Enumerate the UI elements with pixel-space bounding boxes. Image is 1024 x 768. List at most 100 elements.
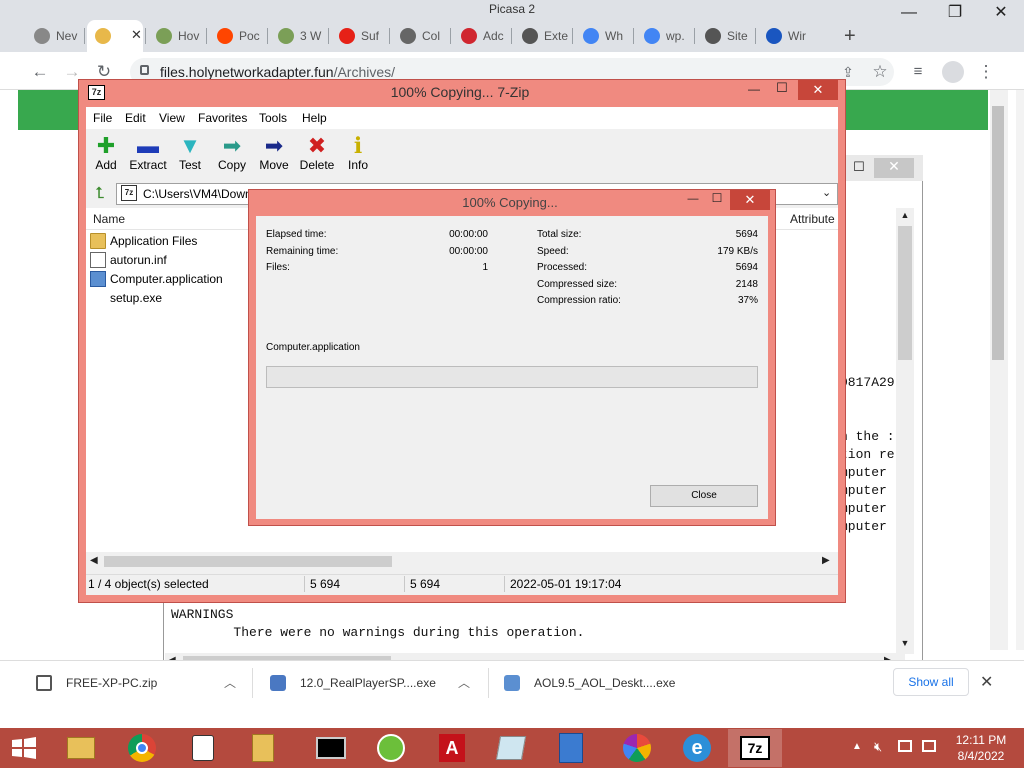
taskbar-app[interactable] <box>54 729 108 767</box>
chevron-up-icon[interactable]: ︿ <box>458 674 470 691</box>
toolbar-copy-button[interactable]: ➡ Copy <box>211 134 253 176</box>
bookmark-star-icon[interactable]: ☆ <box>868 60 892 84</box>
back-icon[interactable]: ← <box>28 60 52 84</box>
tab[interactable]: Hov <box>148 20 204 52</box>
tab-divider <box>633 28 634 44</box>
toolbar-delete-button[interactable]: ✖ Delete <box>296 134 338 176</box>
file-row[interactable]: Computer.application <box>90 269 223 288</box>
chrome-icon <box>34 28 50 44</box>
tab-label: Wh <box>605 29 623 43</box>
minimize-button[interactable]: — <box>886 0 932 26</box>
taskbar-app[interactable] <box>115 729 169 767</box>
taskbar-app[interactable]: 7z <box>728 729 782 767</box>
menu-tools[interactable]: Tools <box>259 107 287 129</box>
taskbar-app[interactable] <box>544 729 598 767</box>
close-shelf-icon[interactable]: ✕ <box>980 672 993 692</box>
menu-view[interactable]: View <box>159 107 185 129</box>
taskbar-app[interactable]: e <box>670 729 724 767</box>
7zip-maximize-button[interactable]: ☐ <box>772 80 792 96</box>
tab[interactable]: Exte <box>514 20 570 52</box>
menu-file[interactable]: File <box>93 107 112 129</box>
tab[interactable]: 3 W <box>270 20 326 52</box>
tray-expand-icon[interactable]: ▲ <box>852 741 862 752</box>
taskbar-app[interactable] <box>364 729 418 767</box>
close-window-button[interactable]: ✕ <box>978 0 1024 26</box>
status-size: 5 694 <box>310 577 341 591</box>
exe-file-icon <box>270 675 286 691</box>
pod-icon <box>156 28 172 44</box>
log-maximize-button[interactable]: ☐ <box>846 159 872 177</box>
tab[interactable]: Site <box>697 20 753 52</box>
tab[interactable]: Wir <box>758 20 814 52</box>
network-icon[interactable] <box>898 740 912 752</box>
7zip-minimize-button[interactable]: — <box>744 82 764 96</box>
maximize-button[interactable]: ❐ <box>932 0 978 26</box>
start-button[interactable] <box>10 736 38 760</box>
progress-close-x-button[interactable]: ✕ <box>730 190 770 210</box>
download-item[interactable]: AOL9.5_AOL_Deskt....exe <box>504 672 675 694</box>
scroll-up-icon[interactable]: ▲ <box>898 210 912 224</box>
close-button[interactable]: Close <box>650 485 758 507</box>
taskbar-app[interactable] <box>610 729 664 767</box>
adobe-reader-icon: A <box>439 734 465 762</box>
log-close-button[interactable]: ✕ <box>874 158 914 178</box>
volume-muted-icon[interactable]: 🔇︎ <box>874 739 882 755</box>
taskbar-app[interactable]: A <box>425 729 479 767</box>
file-row[interactable]: autorun.inf <box>90 250 167 269</box>
scroll-down-icon[interactable]: ▼ <box>898 638 912 652</box>
page-scrollbar-thumb[interactable] <box>992 106 1004 360</box>
profile-avatar-icon[interactable] <box>942 61 964 83</box>
menu-dots-icon[interactable]: ⋮ <box>974 60 998 84</box>
toolbar-move-button[interactable]: ➡ Move <box>253 134 295 176</box>
progress-stat-value: 179 KB/s <box>717 245 758 257</box>
path-dropdown-icon[interactable]: ⌄ <box>822 186 831 199</box>
scroll-right-icon[interactable]: ▶ <box>822 555 830 566</box>
download-item[interactable]: 12.0_RealPlayerSP....exe <box>270 672 436 694</box>
scroll-left-icon[interactable]: ◀ <box>90 555 98 566</box>
tab[interactable]: Wh <box>575 20 631 52</box>
tab[interactable]: Suf <box>331 20 387 52</box>
up-folder-icon[interactable]: ⮤ <box>90 184 110 204</box>
tab[interactable]: Nev <box>26 20 82 52</box>
taskbar-app[interactable] <box>176 729 230 767</box>
clock[interactable]: 12:11 PM 8/4/2022 <box>950 732 1012 764</box>
file-explorer-icon <box>67 737 95 759</box>
toolbar-info-button[interactable]: ℹ Info <box>337 134 379 176</box>
progress-stat-value: 00:00:00 <box>449 245 488 257</box>
taskbar-app[interactable] <box>236 729 290 767</box>
adobe-icon <box>461 28 477 44</box>
show-all-button[interactable]: Show all <box>893 668 969 696</box>
file-row[interactable]: Application Files <box>90 231 197 250</box>
name-column-header[interactable]: Name <box>93 212 125 226</box>
progress-minimize-button[interactable]: — <box>684 193 702 205</box>
new-tab-button[interactable]: + <box>836 20 856 52</box>
tab-close-icon[interactable]: ✕ <box>131 27 142 43</box>
toolbar-add-button[interactable]: ✚ Add <box>85 134 127 176</box>
tab[interactable]: wp. <box>636 20 692 52</box>
download-item[interactable]: FREE-XP-PC.zip <box>36 672 157 694</box>
7zip-close-button[interactable]: ✕ <box>798 80 838 100</box>
progress-stat-value: 2148 <box>735 278 758 290</box>
settings-file-icon <box>90 251 106 268</box>
taskbar-app[interactable] <box>484 729 538 767</box>
menu-help[interactable]: Help <box>302 107 327 129</box>
file-name: Computer.application <box>110 271 223 286</box>
tab[interactable]: Col <box>392 20 448 52</box>
toolbar-test-button[interactable]: ▼ Test <box>169 134 211 176</box>
log-vertical-scroll-thumb[interactable] <box>898 226 912 360</box>
action-center-icon[interactable] <box>922 740 936 752</box>
menu-edit[interactable]: Edit <box>125 107 146 129</box>
tab-label: Adc <box>483 29 504 43</box>
toolbar-extract-button[interactable]: ▬ Extract <box>127 134 169 176</box>
chevron-up-icon[interactable]: ︿ <box>224 674 236 691</box>
media-control-icon[interactable]: ≡ <box>906 60 930 84</box>
menu-favorites[interactable]: Favorites <box>198 107 247 129</box>
taskbar-app[interactable] <box>304 729 358 767</box>
tab[interactable]: Poc <box>209 20 265 52</box>
progress-maximize-button[interactable]: ☐ <box>708 191 726 205</box>
file-row[interactable]: setup.exe <box>90 288 162 307</box>
tab[interactable]: Adc <box>453 20 509 52</box>
attributes-column-header[interactable]: Attribute <box>790 212 835 226</box>
file-list-scroll-thumb[interactable] <box>104 556 392 567</box>
lock-icon[interactable] <box>140 65 149 75</box>
